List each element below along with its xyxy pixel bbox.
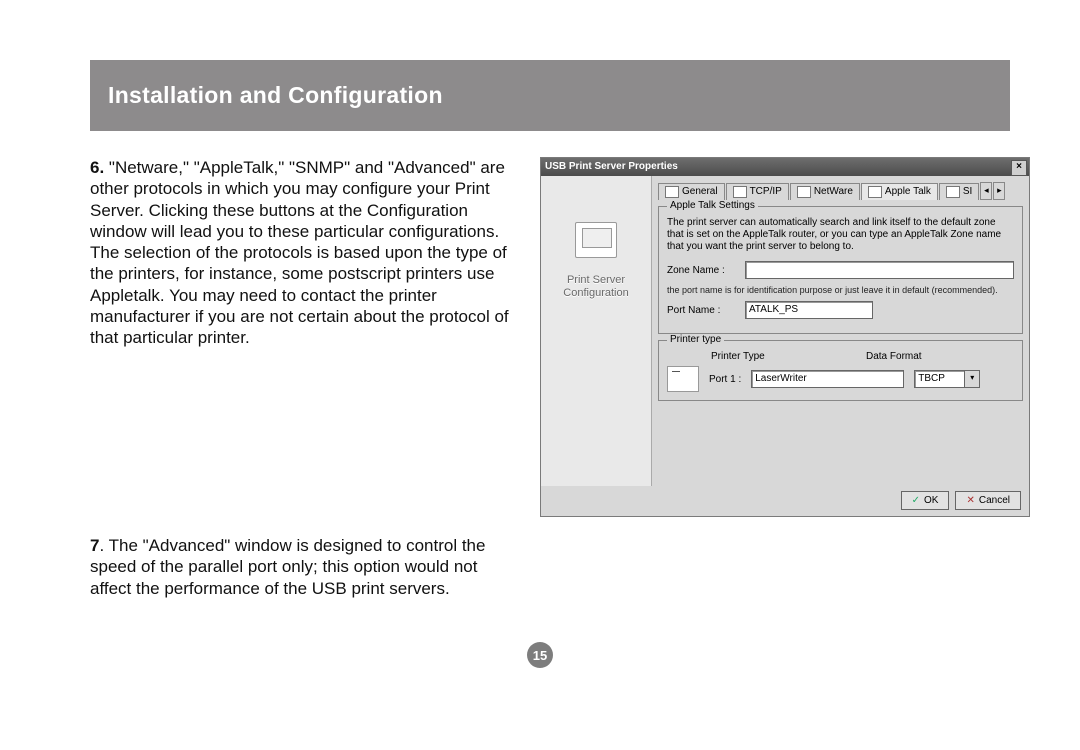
dialog-sidebar: Print Server Configuration <box>541 176 652 486</box>
port-name-label: Port Name : <box>667 305 737 316</box>
print-server-icon <box>575 222 617 258</box>
data-format-select[interactable]: TBCP ▾ <box>914 370 980 388</box>
col-data-format: Data Format <box>866 351 942 362</box>
appletalk-desc: The print server can automatically searc… <box>667 217 1014 253</box>
appletalk-icon <box>868 186 882 198</box>
tab-appletalk[interactable]: Apple Talk <box>861 183 938 200</box>
snmp-icon <box>946 186 960 198</box>
general-icon <box>665 186 679 198</box>
ok-button[interactable]: OK <box>901 491 950 510</box>
cancel-button[interactable]: Cancel <box>955 491 1021 510</box>
tab-tcpip[interactable]: TCP/IP <box>726 183 789 200</box>
check-icon <box>912 495 920 506</box>
chevron-down-icon[interactable]: ▾ <box>964 371 979 387</box>
zone-name-label: Zone Name : <box>667 265 737 276</box>
appletalk-legend: Apple Talk Settings <box>667 200 758 211</box>
printer-type-input[interactable]: LaserWriter <box>751 370 904 388</box>
tab-strip: General TCP/IP NetWare Apple Talk SI ◂ ▸ <box>658 182 1023 200</box>
dialog-titlebar: USB Print Server Properties × <box>541 158 1029 176</box>
port-name-note: the port name is for identification purp… <box>667 285 1014 295</box>
port1-label: Port 1 : <box>709 374 741 385</box>
step-6-number: 6. <box>90 158 104 177</box>
step-6-text: "Netware," "AppleTalk," "SNMP" and "Adva… <box>90 158 509 347</box>
page-number-badge: 15 <box>527 642 553 668</box>
section-header: Installation and Configuration <box>90 60 1010 131</box>
properties-dialog: USB Print Server Properties × Print Serv… <box>540 157 1030 517</box>
port-name-input[interactable]: ATALK_PS <box>745 301 873 319</box>
tcpip-icon <box>733 186 747 198</box>
netware-icon <box>797 186 811 198</box>
printer-type-legend: Printer type <box>667 334 724 345</box>
step-6-paragraph: 6. "Netware," "AppleTalk," "SNMP" and "A… <box>90 157 520 348</box>
sidebar-label: Print Server Configuration <box>541 274 651 300</box>
x-icon <box>966 495 974 506</box>
col-printer-type: Printer Type <box>711 351 856 362</box>
step-7-text: . The "Advanced" window is designed to c… <box>90 536 485 598</box>
tab-snmp-partial[interactable]: SI <box>939 183 979 200</box>
tab-netware[interactable]: NetWare <box>790 183 860 200</box>
tab-general[interactable]: General <box>658 183 725 200</box>
appletalk-settings-group: Apple Talk Settings The print server can… <box>658 206 1023 334</box>
printer-type-group: Printer type Printer Type Data Format Po… <box>658 340 1023 401</box>
tab-scroll-left[interactable]: ◂ <box>980 182 992 200</box>
tab-scroll-right[interactable]: ▸ <box>993 182 1005 200</box>
printer-icon <box>667 366 699 392</box>
step-7-paragraph: 7. The "Advanced" window is designed to … <box>90 535 520 599</box>
zone-name-input[interactable] <box>745 261 1014 279</box>
close-icon[interactable]: × <box>1011 160 1027 176</box>
dialog-title: USB Print Server Properties <box>545 161 678 172</box>
